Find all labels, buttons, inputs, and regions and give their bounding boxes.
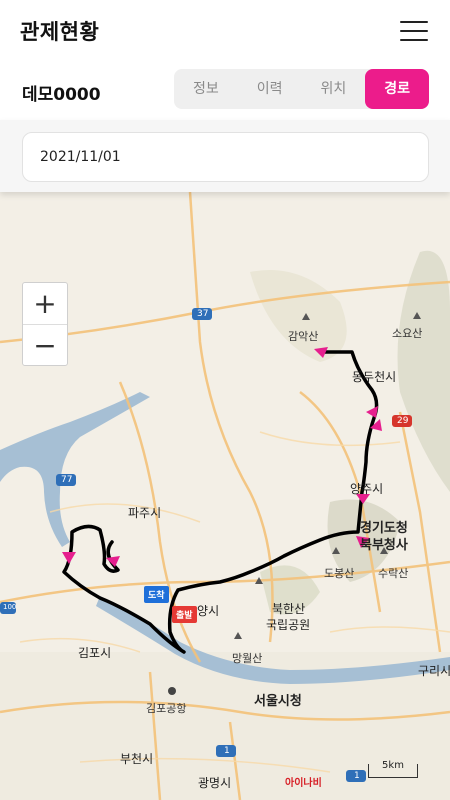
- road-label-37: 37: [197, 309, 209, 319]
- place-label: 도봉산: [324, 567, 355, 580]
- date-filter-panel: 2021/11/01: [0, 120, 450, 192]
- app-header: 관제현황: [0, 0, 450, 62]
- road-label-1b: 1: [354, 771, 360, 781]
- device-bar: 데모0000 정보 이력 위치 경로: [0, 62, 450, 120]
- place-label: 북부청사: [360, 538, 408, 553]
- place-label: 양주시: [350, 482, 384, 496]
- place-label: 광명시: [198, 776, 232, 790]
- map-provider-logo: 아이나비: [285, 778, 322, 789]
- page-title: 관제현황: [20, 20, 100, 44]
- road-label-77: 77: [61, 475, 73, 485]
- place-label: 수락산: [378, 567, 409, 580]
- place-label: 북한산: [272, 602, 306, 616]
- road-label-100: 100: [3, 603, 17, 611]
- departure-marker[interactable]: 출발: [172, 606, 197, 623]
- tab-info[interactable]: 정보: [174, 69, 238, 109]
- place-label: 동두천시: [352, 370, 397, 384]
- place-label: 국립공원: [266, 618, 311, 632]
- place-label: 김포공항: [146, 702, 187, 715]
- place-label: 소요산: [392, 327, 423, 340]
- map-scale-bar: 5km: [368, 761, 418, 778]
- date-input[interactable]: 2021/11/01: [22, 132, 429, 182]
- arrival-marker[interactable]: 도착: [144, 586, 169, 603]
- route-map[interactable]: + − 37 77 29 1 1 100 감악산 소요산 동두천시 양주시 파주…: [0, 192, 450, 800]
- zoom-in-button[interactable]: +: [23, 283, 67, 325]
- place-label: 감악산: [288, 330, 319, 343]
- place-label: 망월산: [232, 652, 263, 665]
- scale-label: 5km: [382, 760, 404, 771]
- place-label: 구리시: [418, 664, 450, 678]
- tab-route[interactable]: 경로: [365, 69, 429, 109]
- place-label: 김포시: [78, 646, 112, 660]
- road-label-29: 29: [397, 416, 409, 426]
- place-label: 서울시청: [254, 694, 302, 709]
- zoom-control: + −: [22, 282, 68, 366]
- device-name: 데모0000: [22, 85, 101, 105]
- tab-history[interactable]: 이력: [238, 69, 302, 109]
- hamburger-menu-icon[interactable]: [400, 20, 428, 42]
- place-label: 부천시: [120, 752, 154, 766]
- road-label-1: 1: [224, 746, 230, 756]
- place-label: 파주시: [128, 506, 162, 520]
- tab-location[interactable]: 위치: [302, 69, 366, 109]
- zoom-out-button[interactable]: −: [23, 325, 67, 367]
- tab-group: 정보 이력 위치 경로: [174, 69, 429, 109]
